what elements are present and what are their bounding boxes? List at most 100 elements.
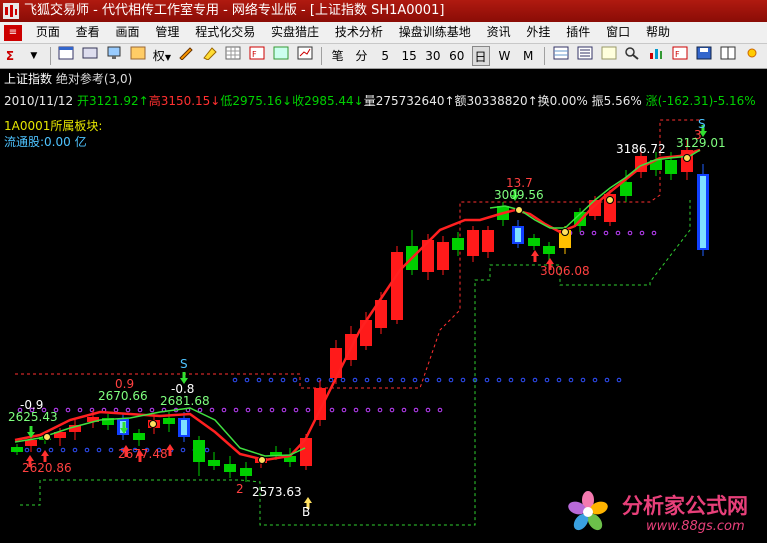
support-dot xyxy=(413,407,419,413)
support-dot xyxy=(268,377,274,383)
support-dot xyxy=(204,447,210,453)
period-day[interactable]: 日 xyxy=(471,46,490,66)
sun-icon[interactable] xyxy=(743,46,761,66)
pencil-icon[interactable] xyxy=(177,46,195,66)
f10-icon[interactable]: F xyxy=(248,46,266,66)
support-dot xyxy=(340,377,346,383)
menu-info[interactable]: 资讯 xyxy=(481,22,517,43)
support-dot xyxy=(437,407,443,413)
support-dot xyxy=(412,377,418,383)
signal-marker xyxy=(258,456,266,464)
support-dot xyxy=(520,377,526,383)
table-icon[interactable] xyxy=(552,46,570,66)
support-dot xyxy=(209,407,215,413)
period-week[interactable]: W xyxy=(495,46,513,66)
support-dot xyxy=(627,230,633,236)
support-dot xyxy=(24,447,30,453)
image-icon[interactable] xyxy=(272,46,290,66)
support-dot xyxy=(269,407,275,413)
candle-body xyxy=(11,447,23,452)
support-dot xyxy=(496,377,502,383)
quote-date: 2010/11/12 xyxy=(4,94,74,108)
period-minute[interactable]: 分 xyxy=(352,46,370,66)
candle-body xyxy=(360,320,372,346)
menu-window[interactable]: 窗口 xyxy=(600,22,636,43)
support-dot xyxy=(616,377,622,383)
sigma-icon[interactable]: Σ xyxy=(1,46,19,66)
support-dot xyxy=(615,230,621,236)
signal-label: S xyxy=(180,357,188,371)
grid-icon[interactable] xyxy=(224,46,242,66)
monitor-icon[interactable] xyxy=(105,46,123,66)
toolbar-separator xyxy=(320,47,322,65)
support-dot xyxy=(484,377,490,383)
menu-screen[interactable]: 画面 xyxy=(110,22,146,43)
quote-close: 收2985.44↓ xyxy=(292,94,364,108)
up-arrow-icon xyxy=(531,250,539,262)
quote-line: 2010/11/12 开3121.92↑高3150.15↓低2975.16↓收2… xyxy=(4,92,756,109)
period-15[interactable]: 15 xyxy=(400,46,418,66)
candle-highlight xyxy=(181,420,187,435)
period-5[interactable]: 5 xyxy=(376,46,394,66)
kline-chart[interactable]: -0.9 2625.43 2620.86 0.9 2670.66 S -0.8 … xyxy=(0,69,767,543)
support-dot xyxy=(281,407,287,413)
support-dot xyxy=(84,447,90,453)
report-icon[interactable] xyxy=(600,46,618,66)
dropdown-arrow-icon[interactable]: ▼ xyxy=(25,46,43,66)
menu-training[interactable]: 操盘训练基地 xyxy=(393,22,477,43)
support-dot xyxy=(180,447,186,453)
support-dot xyxy=(508,377,514,383)
list-icon[interactable] xyxy=(576,46,594,66)
quan-dropdown[interactable]: 权▼ xyxy=(153,46,171,66)
menu-plugins[interactable]: 插件 xyxy=(560,22,596,43)
window-layout-icon[interactable] xyxy=(719,46,737,66)
chart-pane[interactable]: -0.9 2625.43 2620.86 0.9 2670.66 S -0.8 … xyxy=(0,69,767,543)
signal-marker xyxy=(149,420,157,428)
menu-view[interactable]: 查看 xyxy=(70,22,106,43)
period-tick[interactable]: 笔 xyxy=(329,46,347,66)
support-dot xyxy=(341,407,347,413)
f9-icon[interactable]: F xyxy=(671,46,689,66)
chart-icon[interactable] xyxy=(296,46,314,66)
support-dot xyxy=(96,447,102,453)
support-dot xyxy=(568,377,574,383)
menu-real-hunt[interactable]: 实盘猎庄 xyxy=(265,22,325,43)
quote-low: 低2975.16↓ xyxy=(220,94,293,108)
support-dot xyxy=(328,377,334,383)
support-dot xyxy=(221,407,227,413)
support-dot xyxy=(197,407,203,413)
period-month[interactable]: M xyxy=(519,46,537,66)
search-icon[interactable] xyxy=(623,46,641,66)
save-icon[interactable] xyxy=(695,46,713,66)
period-60[interactable]: 60 xyxy=(448,46,466,66)
window-icon[interactable] xyxy=(81,46,99,66)
svg-text:F: F xyxy=(252,50,257,59)
menu-manage[interactable]: 管理 xyxy=(149,22,185,43)
support-dot xyxy=(113,407,119,413)
menu-help[interactable]: 帮助 xyxy=(640,22,676,43)
support-dot xyxy=(400,377,406,383)
stats-icon[interactable] xyxy=(647,46,665,66)
menu-program-trading[interactable]: 程式化交易 xyxy=(189,22,261,43)
draw-tool-icon[interactable] xyxy=(201,46,219,66)
menu-page[interactable]: 页面 xyxy=(30,22,66,43)
support-dot xyxy=(460,377,466,383)
layout-icon[interactable] xyxy=(57,46,75,66)
support-dot xyxy=(556,377,562,383)
candle-body xyxy=(330,348,342,378)
support-dot xyxy=(233,407,239,413)
signal-marker xyxy=(43,433,51,441)
menu-tech-analysis[interactable]: 技术分析 xyxy=(329,22,389,43)
period-30[interactable]: 30 xyxy=(424,46,442,66)
support-dot xyxy=(651,230,657,236)
support-dot xyxy=(579,230,585,236)
candle-body xyxy=(391,252,403,320)
annotation-label: 2573.63 xyxy=(252,485,302,499)
candle-body xyxy=(25,440,37,446)
ma-red-line xyxy=(14,148,701,462)
support-dot xyxy=(125,407,131,413)
menu-plugins-ext[interactable]: 外挂 xyxy=(520,22,556,43)
app-menu-icon[interactable]: ≡ xyxy=(4,24,22,41)
support-dot xyxy=(329,407,335,413)
data-icon[interactable] xyxy=(129,46,147,66)
